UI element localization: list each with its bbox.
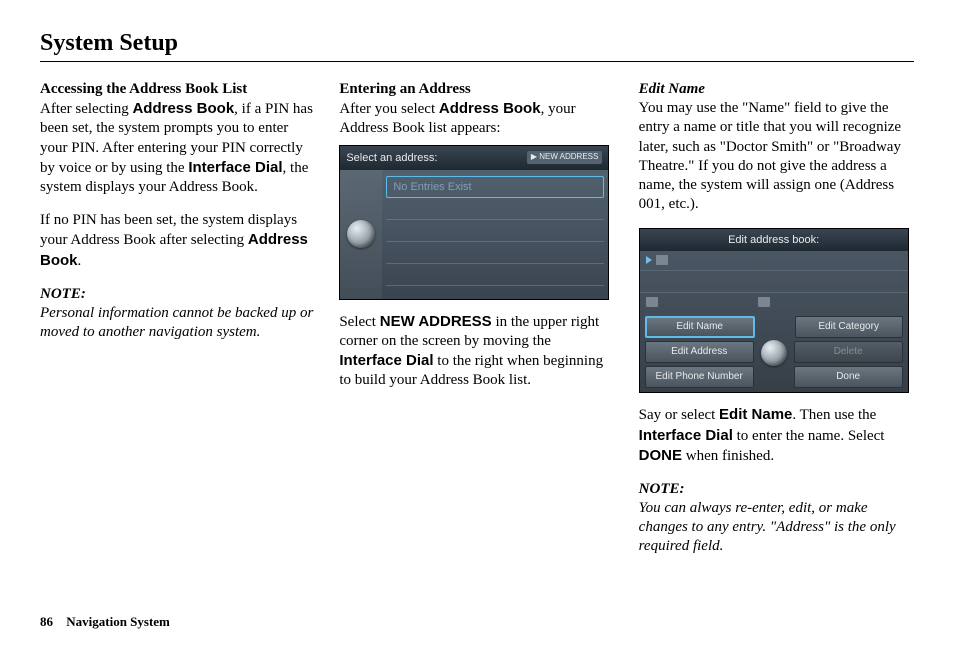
edit-address-book-screenshot: Edit address book: Edit Name Edit Catego… (639, 228, 909, 393)
done-bold: DONE (639, 447, 682, 464)
col3-heading: Edit Name (639, 81, 705, 97)
list-row-2 (386, 198, 604, 220)
col3-p2d: when finished. (682, 448, 774, 464)
manual-name: Navigation System (66, 614, 170, 629)
house-icon (646, 297, 658, 307)
phone-icon (758, 297, 770, 307)
screen1-title: Select an address: (346, 151, 437, 165)
list-row-4 (386, 242, 604, 264)
col3-p2c: to enter the name. Select (733, 428, 885, 444)
edit-category-button: Edit Category (795, 316, 903, 338)
screen2-iconrow2 (640, 293, 908, 313)
col2-p1a: After you select (339, 101, 439, 117)
page-title: System Setup (40, 30, 914, 62)
address-book-bold: Address Book (132, 100, 234, 117)
edit-name-bold: Edit Name (719, 406, 792, 423)
list-row-1: No Entries Exist (386, 176, 604, 198)
col1-intro: Accessing the Address Book List After se… (40, 80, 315, 197)
interface-dial-bold-3: Interface Dial (639, 427, 733, 444)
note-label: NOTE: (40, 285, 315, 304)
play-icon (646, 256, 652, 264)
select-address-screenshot: Select an address: ▶ NEW ADDRESS No Entr… (339, 145, 609, 300)
edit-phone-button: Edit Phone Number (645, 366, 754, 388)
edit-address-button: Edit Address (645, 341, 754, 363)
screen2-iconrow (640, 251, 908, 271)
new-address-badge: ▶ NEW ADDRESS (527, 151, 603, 163)
list-row-5 (386, 264, 604, 286)
screen2-blank-row (640, 271, 908, 293)
col1-heading: Accessing the Address Book List (40, 81, 247, 97)
screen2-buttons: Edit Name Edit Category Edit Address Del… (640, 312, 908, 392)
note-body: Personal information cannot be backed up… (40, 304, 315, 342)
col1-p1a: After selecting (40, 101, 132, 117)
interface-dial-bold-2: Interface Dial (339, 352, 433, 369)
column-3: Edit Name You may use the "Name" field t… (639, 80, 914, 600)
dial-icon (347, 220, 375, 248)
screen2-title: Edit address book: (640, 229, 908, 251)
col3-p2: Say or select Edit Name. Then use the In… (639, 405, 914, 466)
note-body-2: You can always re-enter, edit, or make c… (639, 499, 914, 557)
col2-p2a: Select (339, 314, 379, 330)
col1-p2: If no PIN has been set, the system displ… (40, 211, 315, 271)
note-label-2: NOTE: (639, 480, 914, 499)
col3-note: NOTE: You can always re-enter, edit, or … (639, 480, 914, 557)
col3-p2b: . Then use the (792, 407, 876, 423)
screen1-dial-panel (340, 170, 382, 299)
done-button: Done (794, 366, 903, 388)
edit-name-button: Edit Name (645, 316, 755, 338)
new-address-bold: NEW ADDRESS (380, 313, 492, 330)
col2-p2: Select NEW ADDRESS in the upper right co… (339, 312, 614, 391)
category-icon (656, 255, 668, 265)
dial-icon-2 (761, 340, 787, 366)
column-1: Accessing the Address Book List After se… (40, 80, 315, 600)
col1-p2b: . (78, 253, 82, 269)
screen1-header: Select an address: ▶ NEW ADDRESS (340, 146, 608, 170)
interface-dial-bold: Interface Dial (188, 159, 282, 176)
delete-button: Delete (794, 341, 903, 363)
col2-intro: Entering an Address After you select Add… (339, 80, 614, 139)
col3-p2a: Say or select (639, 407, 719, 423)
column-2: Entering an Address After you select Add… (339, 80, 614, 600)
col3-intro: Edit Name You may use the "Name" field t… (639, 80, 914, 214)
screen1-list: No Entries Exist (382, 170, 608, 299)
content-columns: Accessing the Address Book List After se… (40, 80, 914, 600)
screen1-body: No Entries Exist (340, 170, 608, 299)
address-book-bold-3: Address Book (439, 100, 541, 117)
page-number: 86 (40, 614, 53, 629)
col3-p1: You may use the "Name" field to give the… (639, 100, 901, 212)
page-footer: 86 Navigation System (40, 614, 170, 630)
col2-heading: Entering an Address (339, 81, 470, 97)
list-row-3 (386, 220, 604, 242)
col1-note: NOTE: Personal information cannot be bac… (40, 285, 315, 343)
